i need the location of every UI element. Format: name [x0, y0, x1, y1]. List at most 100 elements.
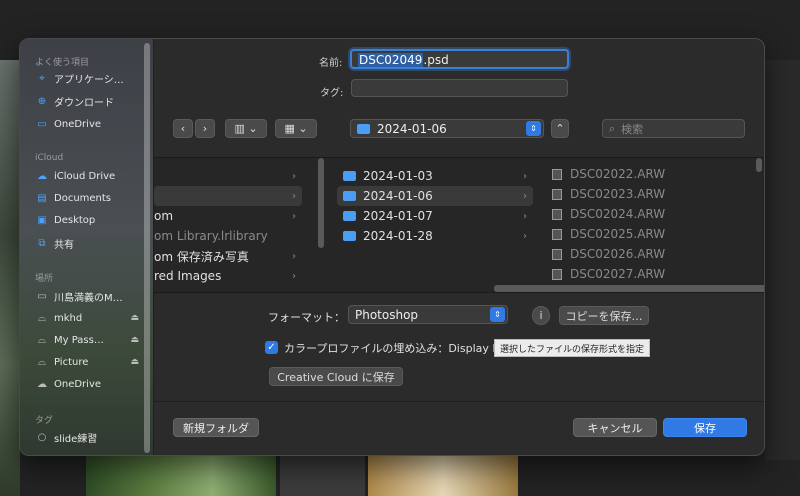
tags-label: タグ: [320, 88, 344, 99]
folder-icon [357, 123, 370, 134]
folder-icon: ▭ [37, 118, 47, 130]
list-item[interactable]: › [154, 166, 302, 186]
shared-folder-icon: ⧉ [38, 237, 46, 249]
chevron-right-icon: › [523, 190, 527, 202]
format-popup[interactable]: Photoshop ⇕ [348, 305, 508, 324]
creative-cloud-save-button[interactable]: Creative Cloud に保存 [269, 367, 403, 386]
main-panel: 名前: DSC02049.psd タグ: ‹ › ▥ ⌄ ▦ ⌄ 2024-01… [154, 39, 764, 455]
chevron-right-icon: › [523, 230, 527, 242]
item-label: DSC02023.ARW [570, 187, 666, 201]
color-profile-checkbox[interactable]: ✓ [265, 341, 278, 354]
sidebar-section-icloud: iCloud [35, 153, 64, 163]
list-item[interactable]: 2024-01-28 › [337, 226, 533, 246]
group-button[interactable]: ▦ ⌄ [275, 119, 317, 138]
list-item[interactable]: DSC02022.ARW [552, 164, 752, 184]
sidebar-item-applications[interactable]: ⌖ アプリケーシ… [35, 69, 143, 87]
eject-icon[interactable]: ⏏ [130, 357, 139, 367]
file-icon [552, 228, 562, 240]
list-item[interactable]: DSC02025.ARW [552, 224, 752, 244]
sidebar-item-onedrive[interactable]: ▭ OneDrive [35, 115, 143, 133]
sidebar-item-desktop[interactable]: ▣ Desktop [35, 211, 143, 229]
background-photo [280, 455, 365, 496]
column-scrollbar[interactable] [317, 158, 325, 286]
item-label: DSC02022.ARW [570, 167, 666, 181]
new-folder-button[interactable]: 新規フォルダ [173, 418, 259, 437]
file-browser: › › om › om Library.lrlibrary om 保存済み写真 › … [154, 157, 764, 293]
forward-button[interactable]: › [195, 119, 215, 138]
list-item[interactable]: DSC02026.ARW [552, 244, 752, 264]
sidebar-item-label: slide練習 [54, 433, 98, 445]
sidebar-item-documents[interactable]: ▤ Documents [35, 189, 143, 207]
chevron-right-icon: › [523, 170, 527, 182]
list-item[interactable]: › [154, 186, 302, 206]
sidebar-scrollbar[interactable] [144, 43, 150, 453]
sidebar-item-label: 川島満義のM… [54, 292, 123, 304]
folder-icon [343, 231, 356, 241]
chevron-right-icon: › [292, 210, 296, 222]
chevron-right-icon: › [292, 250, 296, 262]
sidebar-item-picture[interactable]: ⌓ Picture ⏏ [35, 353, 143, 371]
drive-icon: ⌓ [38, 356, 46, 368]
sidebar-item-shared[interactable]: ⧉ 共有 [35, 234, 143, 252]
save-button[interactable]: 保存 [663, 418, 747, 437]
document-icon: ▤ [37, 192, 47, 204]
drive-icon: ⌓ [38, 312, 46, 324]
chevron-right-icon: › [292, 170, 296, 182]
list-item[interactable]: om 保存済み写真 › [154, 246, 302, 266]
background-panel [765, 60, 800, 460]
list-item[interactable]: DSC02023.ARW [552, 184, 752, 204]
search-input[interactable]: ⌕ 検索 [602, 119, 745, 138]
tags-field[interactable] [351, 79, 568, 97]
sidebar-item-mac[interactable]: ▭ 川島満義のM… [35, 287, 143, 305]
location-popup[interactable]: 2024-01-06 ⇕ [350, 119, 544, 138]
item-label: om 保存済み写真 [154, 249, 249, 264]
search-icon: ⌕ [609, 121, 616, 135]
item-label: DSC02027.ARW [570, 267, 666, 281]
sidebar: よく使う項目 ⌖ アプリケーシ… ⊕ ダウンロード ▭ OneDrive iCl… [20, 39, 154, 455]
list-item[interactable]: om Library.lrlibrary [154, 226, 302, 246]
applications-icon: ⌖ [39, 72, 45, 84]
browser-column-1: › › om › om Library.lrlibrary om 保存済み写真 › … [154, 158, 304, 286]
column-view-button[interactable]: ▥ ⌄ [225, 119, 267, 138]
color-profile-label: カラープロファイルの埋め込み：Display P [284, 342, 500, 355]
sidebar-item-label: アプリケーシ… [54, 74, 124, 86]
save-copy-button[interactable]: コピーを保存… [559, 306, 649, 325]
cloud-icon: ☁ [37, 378, 47, 390]
eject-icon[interactable]: ⏏ [130, 335, 139, 345]
list-item[interactable]: red Images › [154, 266, 302, 286]
cancel-button[interactable]: キャンセル [573, 418, 657, 437]
cloud-icon: ☁ [37, 170, 47, 182]
download-icon: ⊕ [37, 95, 47, 107]
stepper-icon: ⇕ [526, 121, 541, 136]
sidebar-item-mkhd[interactable]: ⌓ mkhd ⏏ [35, 309, 143, 327]
list-item[interactable]: 2024-01-03 › [337, 166, 533, 186]
back-button[interactable]: ‹ [173, 119, 193, 138]
list-item[interactable]: 2024-01-06 › [337, 186, 533, 206]
column-view-icon: ▥ ⌄ [234, 122, 258, 135]
info-button[interactable]: i [532, 306, 550, 325]
sidebar-item-onedrive-location[interactable]: ☁ OneDrive [35, 375, 143, 393]
sidebar-item-label: iCloud Drive [54, 170, 116, 182]
column-scrollbar[interactable] [755, 158, 763, 286]
column-divider[interactable] [541, 158, 549, 286]
sidebar-item-downloads[interactable]: ⊕ ダウンロード [35, 92, 143, 110]
chevron-right-icon: › [202, 122, 208, 135]
item-label: om [154, 209, 174, 223]
sidebar-item-label: mkhd [54, 312, 83, 324]
location-label: 2024-01-06 [377, 121, 447, 136]
filename-field[interactable]: DSC02049.psd [350, 49, 569, 69]
item-label: DSC02024.ARW [570, 207, 666, 221]
filename-selected-text: DSC02049 [358, 53, 424, 67]
list-item[interactable]: DSC02027.ARW [552, 264, 752, 284]
horizontal-scrollbar[interactable] [494, 285, 764, 292]
list-item[interactable]: om › [154, 206, 302, 226]
sidebar-item-mypassport[interactable]: ⌓ My Pass… ⏏ [35, 331, 143, 349]
list-item[interactable]: DSC02024.ARW [552, 204, 752, 224]
list-item[interactable]: 2024-01-07 › [337, 206, 533, 226]
sidebar-item-icloud-drive[interactable]: ☁ iCloud Drive [35, 167, 143, 185]
save-dialog: よく使う項目 ⌖ アプリケーシ… ⊕ ダウンロード ▭ OneDrive iCl… [19, 38, 765, 456]
collapse-button[interactable]: ⌃ [551, 119, 569, 138]
eject-icon[interactable]: ⏏ [130, 313, 139, 323]
browser-column-2: 2024-01-03 › 2024-01-06 › 2024-01-07 › 2024… [337, 158, 535, 286]
sidebar-item-tag[interactable]: ○ slide練習 [35, 428, 143, 446]
